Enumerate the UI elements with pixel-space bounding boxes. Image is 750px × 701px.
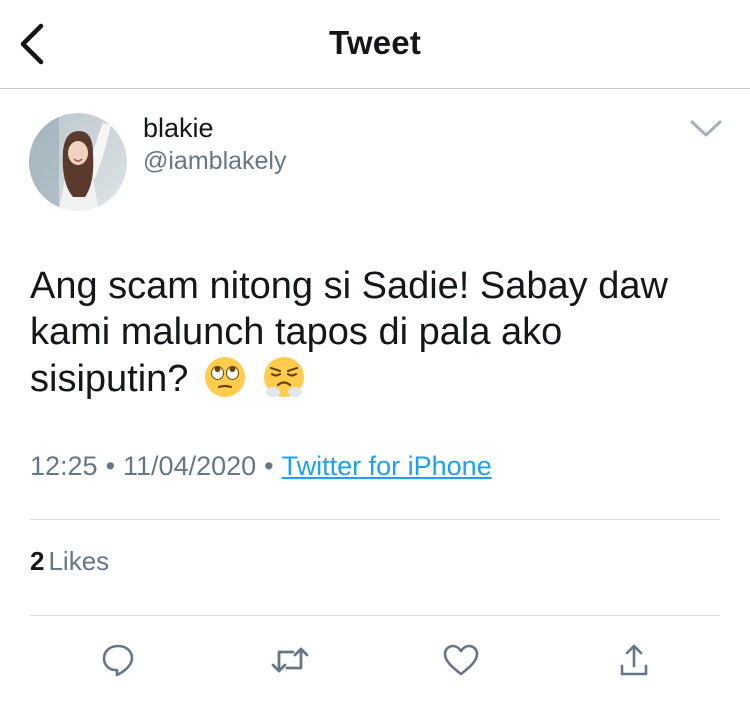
page-title: Tweet [328,24,422,61]
navigation-header: Tweet [0,0,750,89]
author-handle[interactable]: @iamblakely [143,147,286,176]
rolling-eyes-emoji-icon [203,355,247,410]
tweet-text-body: Ang scam nitong si Sadie! Sabay daw kami… [30,265,668,400]
share-button[interactable] [612,638,656,682]
retweet-icon [271,647,309,673]
meta-separator: • [264,451,274,481]
steam-from-nose-emoji-icon [262,355,306,410]
more-options-button[interactable] [686,114,726,144]
meta-separator: • [105,451,116,481]
chevron-down-icon [690,120,722,137]
source-link[interactable]: Twitter for iPhone [282,451,492,481]
likes-count-link[interactable]: 2 Likes [30,546,109,577]
likes-count: 2 [30,546,45,576]
tweet-meta: 12:25 • 11/04/2020 • Twitter for iPhone [30,451,492,482]
divider [30,519,720,520]
tweet-time: 12:25 [30,451,98,481]
reply-icon [102,644,134,677]
tweet-text: Ang scam nitong si Sadie! Sabay daw kami… [30,263,720,410]
like-icon [443,644,479,676]
like-button[interactable] [439,638,483,682]
share-icon [620,644,648,676]
divider [30,615,720,616]
author-name[interactable]: blakie [143,113,214,144]
avatar[interactable] [29,113,127,211]
tweet-date: 11/04/2020 [123,451,257,481]
likes-label: Likes [48,546,110,576]
reply-button[interactable] [96,638,140,682]
retweet-button[interactable] [268,638,312,682]
